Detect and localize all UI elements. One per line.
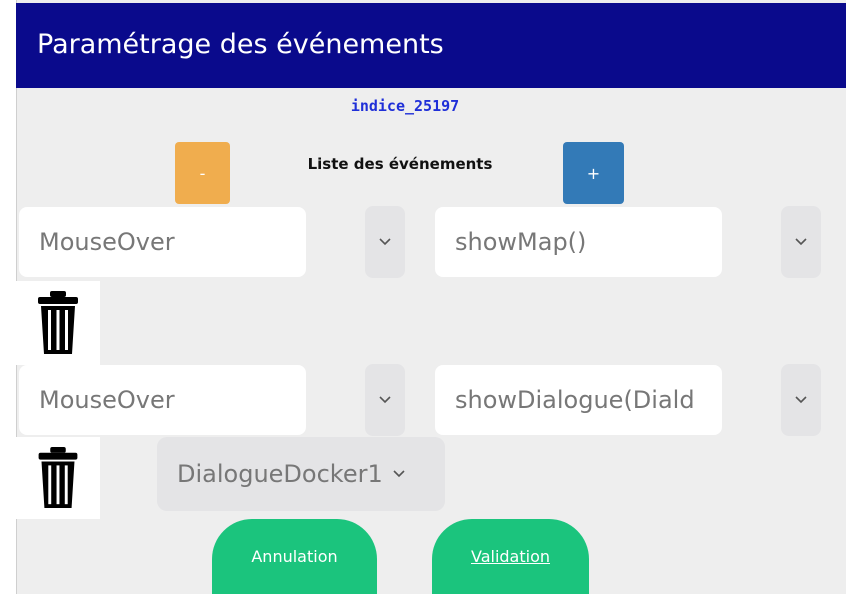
- action-select-2[interactable]: showDialogue(Diald: [435, 365, 722, 435]
- trash-icon: [38, 446, 78, 509]
- validate-button-label: Validation: [470, 547, 550, 566]
- event-select-1-dropdown[interactable]: [365, 206, 405, 278]
- chevron-down-icon: [379, 396, 391, 404]
- dialog-header: Paramétrage des événements: [16, 3, 846, 88]
- delete-event-2-button[interactable]: [16, 437, 100, 519]
- action-select-1[interactable]: showMap(): [435, 207, 722, 277]
- event-select-value: MouseOver: [39, 386, 175, 414]
- trash-icon: [38, 291, 78, 354]
- add-event-label: +: [586, 163, 601, 183]
- indice-label: indice_25197: [350, 97, 460, 115]
- cancel-button-label: Annulation: [251, 547, 338, 566]
- event-select-2-dropdown[interactable]: [365, 364, 405, 436]
- remove-event-label: -: [199, 163, 206, 183]
- validate-button[interactable]: Validation: [432, 519, 589, 594]
- add-event-button[interactable]: +: [563, 142, 624, 204]
- dialog-title: Paramétrage des événements: [37, 29, 444, 60]
- chevron-down-icon: [795, 238, 807, 246]
- event-select-2[interactable]: MouseOver: [19, 365, 306, 435]
- cancel-button[interactable]: Annulation: [212, 519, 377, 594]
- chevron-down-icon: [393, 470, 405, 478]
- action-select-value: showMap(): [455, 228, 587, 256]
- delete-event-1-button[interactable]: [16, 281, 100, 365]
- dialogue-param-select[interactable]: DialogueDocker1: [157, 437, 445, 511]
- event-list-title: Liste des événements: [307, 155, 493, 173]
- action-select-value: showDialogue(Diald: [455, 386, 695, 414]
- remove-event-button[interactable]: -: [175, 142, 230, 204]
- chevron-down-icon: [795, 396, 807, 404]
- event-select-1[interactable]: MouseOver: [19, 207, 306, 277]
- chevron-down-icon: [379, 238, 391, 246]
- action-select-2-dropdown[interactable]: [781, 364, 821, 436]
- dialogue-param-value: DialogueDocker1: [177, 460, 383, 488]
- event-select-value: MouseOver: [39, 228, 175, 256]
- action-select-1-dropdown[interactable]: [781, 206, 821, 278]
